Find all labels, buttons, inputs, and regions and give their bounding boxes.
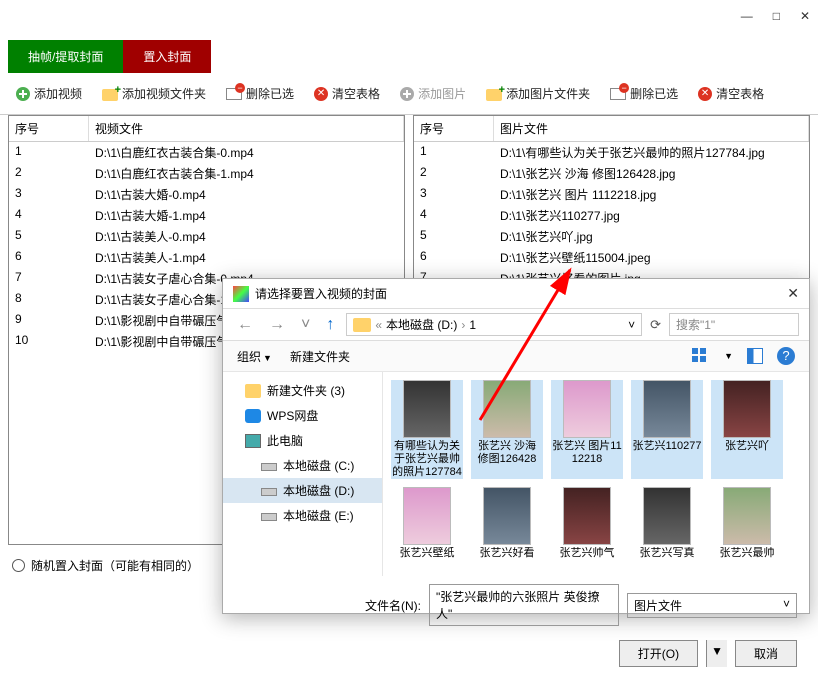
file-type-select[interactable]: 图片文件˅ bbox=[627, 593, 797, 618]
close-button[interactable]: ✕ bbox=[800, 9, 810, 23]
video-header-file: 视频文件 bbox=[89, 116, 404, 141]
plus-icon bbox=[16, 87, 30, 101]
table-row[interactable]: 3D:\1\张艺兴 图片 1112218.jpg bbox=[414, 184, 809, 205]
nav-search-input[interactable]: 搜索"1" bbox=[669, 313, 799, 336]
file-item[interactable]: 张艺兴最帅 bbox=[711, 487, 783, 560]
drive-icon bbox=[261, 488, 277, 496]
plus-icon bbox=[400, 87, 414, 101]
preview-pane-button[interactable] bbox=[747, 348, 763, 364]
dialog-title: 请选择要置入视频的封面 bbox=[255, 285, 387, 302]
table-row[interactable]: 2D:\1\白鹿红衣古装合集-1.mp4 bbox=[9, 163, 404, 184]
main-tabs: 抽帧/提取封面 置入封面 bbox=[0, 32, 818, 73]
image-header-file: 图片文件 bbox=[494, 116, 809, 141]
refresh-button[interactable]: ⟳ bbox=[650, 317, 661, 333]
maximize-button[interactable]: □ bbox=[773, 9, 780, 23]
table-row[interactable]: 3D:\1\古装大婚-0.mp4 bbox=[9, 184, 404, 205]
nav-dropdown-button[interactable]: ˅ bbox=[297, 316, 314, 334]
random-cover-label: 随机置入封面（可能有相同的） bbox=[31, 557, 199, 574]
file-item[interactable]: 张艺兴写真 bbox=[631, 487, 703, 560]
sidebar-item[interactable]: 此电脑 bbox=[223, 428, 382, 453]
clear-image-table-button[interactable]: ✕清空表格 bbox=[690, 81, 772, 106]
folder-icon bbox=[486, 89, 502, 101]
file-item[interactable]: 张艺兴吖 bbox=[711, 380, 783, 479]
file-item[interactable]: 张艺兴 沙海 修图126428 bbox=[471, 380, 543, 479]
nav-up-button[interactable]: ↑ bbox=[322, 316, 338, 334]
dialog-file-grid: 有哪些认为关于张艺兴最帅的照片127784张艺兴 沙海 修图126428张艺兴 … bbox=[383, 372, 809, 576]
cancel-button[interactable]: 取消 bbox=[735, 640, 797, 667]
table-row[interactable]: 5D:\1\张艺兴吖.jpg bbox=[414, 226, 809, 247]
add-image-button: 添加图片 bbox=[392, 81, 474, 106]
table-row[interactable]: 2D:\1\张艺兴 沙海 修图126428.jpg bbox=[414, 163, 809, 184]
dialog-sidebar: 新建文件夹 (3)WPS网盘此电脑本地磁盘 (C:)本地磁盘 (D:)本地磁盘 … bbox=[223, 372, 383, 576]
sidebar-item[interactable]: WPS网盘 bbox=[223, 403, 382, 428]
nav-back-button[interactable]: ← bbox=[233, 316, 257, 334]
delete-icon bbox=[226, 88, 242, 100]
clear-video-table-button[interactable]: ✕清空表格 bbox=[306, 81, 388, 106]
dialog-nav: ← → ˅ ↑ « 本地磁盘 (D:) › 1 ˅ ⟳ 搜索"1" bbox=[223, 308, 809, 341]
table-row[interactable]: 1D:\1\白鹿红衣古装合集-0.mp4 bbox=[9, 142, 404, 163]
table-row[interactable]: 4D:\1\张艺兴110277.jpg bbox=[414, 205, 809, 226]
wps-icon bbox=[245, 409, 261, 423]
sidebar-item[interactable]: 本地磁盘 (E:) bbox=[223, 503, 382, 528]
dialog-footer: 文件名(N): "张艺兴最帅的六张照片 英俊撩人" 图片文件˅ bbox=[223, 576, 809, 634]
video-header-index: 序号 bbox=[9, 116, 89, 141]
help-button[interactable]: ? bbox=[777, 347, 795, 365]
sidebar-item[interactable]: 本地磁盘 (D:) bbox=[223, 478, 382, 503]
table-row[interactable]: 6D:\1\张艺兴壁纸115004.jpeg bbox=[414, 247, 809, 268]
add-video-button[interactable]: 添加视频 bbox=[8, 81, 90, 106]
file-item[interactable]: 张艺兴壁纸 bbox=[391, 487, 463, 560]
random-cover-radio[interactable] bbox=[12, 559, 25, 572]
delete-selected-image-button[interactable]: 删除已选 bbox=[602, 81, 686, 106]
sidebar-item[interactable]: 新建文件夹 (3) bbox=[223, 378, 382, 403]
filename-label: 文件名(N): bbox=[365, 597, 421, 614]
file-item[interactable]: 张艺兴帅气 bbox=[551, 487, 623, 560]
file-item[interactable]: 张艺兴好看 bbox=[471, 487, 543, 560]
x-icon: ✕ bbox=[698, 87, 712, 101]
view-dropdown[interactable]: ▼ bbox=[724, 351, 733, 361]
folder-icon bbox=[353, 318, 371, 332]
pc-icon bbox=[245, 434, 261, 448]
drive-icon bbox=[261, 513, 277, 521]
nav-path[interactable]: « 本地磁盘 (D:) › 1 ˅ bbox=[346, 313, 642, 336]
tab-insert-cover[interactable]: 置入封面 bbox=[123, 40, 211, 73]
add-video-folder-button[interactable]: 添加视频文件夹 bbox=[94, 81, 214, 106]
x-icon: ✕ bbox=[314, 87, 328, 101]
file-open-dialog: 请选择要置入视频的封面 ✕ ← → ˅ ↑ « 本地磁盘 (D:) › 1 ˅ … bbox=[222, 278, 810, 614]
dialog-titlebar: 请选择要置入视频的封面 ✕ bbox=[223, 279, 809, 308]
open-button[interactable]: 打开(O) bbox=[619, 640, 698, 667]
delete-icon bbox=[610, 88, 626, 100]
tab-extract-cover[interactable]: 抽帧/提取封面 bbox=[8, 40, 123, 73]
file-item[interactable]: 有哪些认为关于张艺兴最帅的照片127784 bbox=[391, 380, 463, 479]
table-row[interactable]: 1D:\1\有哪些认为关于张艺兴最帅的照片127784.jpg bbox=[414, 142, 809, 163]
minimize-button[interactable]: — bbox=[741, 9, 753, 23]
new-folder-button[interactable]: 新建文件夹 bbox=[290, 348, 350, 365]
folder-icon bbox=[102, 89, 118, 101]
folder-icon bbox=[245, 384, 261, 398]
dialog-icon bbox=[233, 286, 249, 302]
sidebar-item[interactable]: 本地磁盘 (C:) bbox=[223, 453, 382, 478]
image-header-index: 序号 bbox=[414, 116, 494, 141]
table-row[interactable]: 5D:\1\古装美人-0.mp4 bbox=[9, 226, 404, 247]
add-image-folder-button[interactable]: 添加图片文件夹 bbox=[478, 81, 598, 106]
nav-forward-button[interactable]: → bbox=[265, 316, 289, 334]
file-item[interactable]: 张艺兴110277 bbox=[631, 380, 703, 479]
table-row[interactable]: 6D:\1\古装美人-1.mp4 bbox=[9, 247, 404, 268]
drive-icon bbox=[261, 463, 277, 471]
dialog-toolbar: 组织▼ 新建文件夹 ▼ ? bbox=[223, 341, 809, 372]
dialog-close-button[interactable]: ✕ bbox=[787, 285, 799, 302]
toolbar: 添加视频 添加视频文件夹 删除已选 ✕清空表格 添加图片 添加图片文件夹 删除已… bbox=[0, 73, 818, 115]
table-row[interactable]: 4D:\1\古装大婚-1.mp4 bbox=[9, 205, 404, 226]
open-split-button[interactable]: ▼ bbox=[706, 640, 727, 667]
view-grid-button[interactable] bbox=[692, 348, 708, 364]
window-titlebar: — □ ✕ bbox=[0, 0, 818, 32]
organize-button[interactable]: 组织▼ bbox=[237, 348, 272, 365]
file-item[interactable]: 张艺兴 图片1112218 bbox=[551, 380, 623, 479]
delete-selected-video-button[interactable]: 删除已选 bbox=[218, 81, 302, 106]
